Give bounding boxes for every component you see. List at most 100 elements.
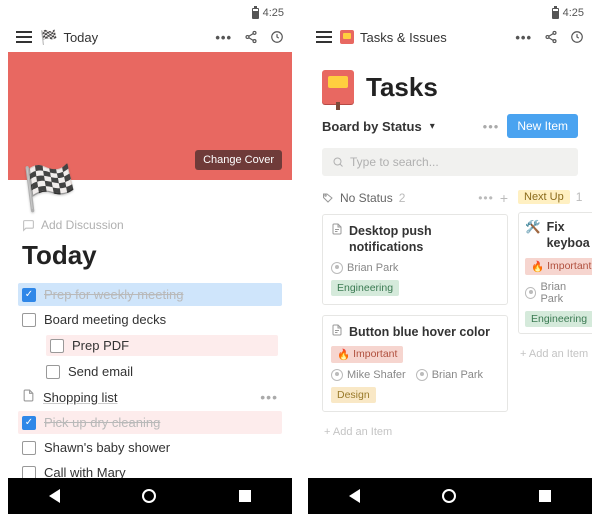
todo-item[interactable]: Prep PDF <box>46 335 278 356</box>
board-card[interactable]: 🛠️ Fix keyboa 🔥 Important Brian Park Eng… <box>518 212 592 334</box>
tag-engineering: Engineering <box>331 280 399 296</box>
view-selector: Board by Status ▾ ••• New Item <box>308 114 592 138</box>
postbox-icon <box>340 30 354 44</box>
page-title[interactable]: Tasks <box>366 72 438 103</box>
todo-item[interactable]: Pick up dry cleaning <box>18 411 282 434</box>
row-more-icon[interactable]: ••• <box>260 389 278 405</box>
postbox-icon[interactable] <box>322 70 354 104</box>
share-icon[interactable] <box>544 30 558 44</box>
checkbox-icon[interactable] <box>46 365 60 379</box>
checkbox-icon[interactable] <box>22 313 36 327</box>
home-icon[interactable] <box>442 489 456 503</box>
column-name: No Status <box>340 191 393 205</box>
card-title: Button blue hover color <box>349 324 490 340</box>
card-title: Desktop push notifications <box>349 223 499 256</box>
todo-item[interactable]: Call with Mary <box>22 463 278 478</box>
clock-icon[interactable] <box>570 30 584 44</box>
more-icon[interactable]: ••• <box>515 30 532 45</box>
todo-label: Prep PDF <box>72 338 129 353</box>
battery-icon <box>552 8 559 19</box>
todo-item[interactable]: Board meeting decks <box>22 310 278 329</box>
board-card[interactable]: Button blue hover color 🔥 Important Mike… <box>322 315 508 412</box>
board-card[interactable]: Desktop push notifications Brian Park En… <box>322 214 508 305</box>
avatar-icon <box>416 369 428 381</box>
page-link[interactable]: Shopping list ••• <box>22 387 278 407</box>
share-icon[interactable] <box>244 30 258 44</box>
checkbox-icon[interactable] <box>22 441 36 455</box>
page-icon <box>22 389 35 405</box>
todo-item[interactable]: Prep for weekly meeting <box>18 283 282 306</box>
todo-item[interactable]: Shawn's baby shower <box>22 438 278 457</box>
toolbar: Tasks & Issues ••• <box>308 22 592 52</box>
recents-icon[interactable] <box>239 490 251 502</box>
column-header[interactable]: Next Up 1 <box>518 190 592 204</box>
page-label: Shopping list <box>43 390 117 405</box>
phone-left: 4:25 🏁 Today ••• Change Cover 🏁 Add Disc… <box>8 4 292 514</box>
assignee: Mike Shafer <box>331 369 406 381</box>
board-column-next-up: Next Up 1 🛠️ Fix keyboa 🔥 Important Bria… <box>518 190 592 442</box>
checkbox-icon[interactable] <box>50 339 64 353</box>
board-columns: No Status 2 ••• + Desktop push notificat… <box>308 176 592 442</box>
breadcrumb[interactable]: Tasks & Issues <box>340 30 447 45</box>
avatar-icon <box>331 369 343 381</box>
add-item-button[interactable]: + Add an Item <box>518 344 592 364</box>
cover-image: Change Cover 🏁 <box>8 52 292 180</box>
more-icon[interactable]: ••• <box>215 30 232 45</box>
todo-label: Shawn's baby shower <box>44 440 170 455</box>
todo-item[interactable]: Send email <box>46 362 278 381</box>
status-bar: 4:25 <box>308 4 592 22</box>
status-time: 4:25 <box>263 7 284 19</box>
new-item-button[interactable]: New Item <box>507 114 578 138</box>
todo-label: Send email <box>68 364 133 379</box>
battery-icon <box>252 8 259 19</box>
view-label[interactable]: Board by Status <box>322 119 422 134</box>
checkbox-icon[interactable] <box>22 416 36 430</box>
checkbox-icon[interactable] <box>22 466 36 479</box>
search-input[interactable]: Type to search... <box>322 148 578 176</box>
toolbar-title: Today <box>63 30 98 45</box>
toolbar: 🏁 Today ••• <box>8 22 292 52</box>
add-item-button[interactable]: + Add an Item <box>322 422 508 442</box>
home-icon[interactable] <box>142 489 156 503</box>
add-discussion-label: Add Discussion <box>41 218 124 232</box>
card-title: Fix keyboa <box>547 219 590 252</box>
change-cover-button[interactable]: Change Cover <box>195 150 282 170</box>
back-icon[interactable] <box>49 489 60 503</box>
card-emoji: 🛠️ <box>525 219 541 252</box>
status-time: 4:25 <box>563 7 584 19</box>
page-emoji[interactable]: 🏁 <box>22 162 77 214</box>
assignee: Brian Park <box>331 262 398 274</box>
status-bar: 4:25 <box>8 4 292 22</box>
tag-important: 🔥 Important <box>331 346 403 363</box>
checkbox-icon[interactable] <box>22 288 36 302</box>
android-navbar <box>308 478 592 514</box>
add-discussion-button[interactable]: Add Discussion <box>22 218 278 232</box>
column-count: 2 <box>399 191 406 205</box>
todo-label: Call with Mary <box>44 465 126 478</box>
search-icon <box>332 156 344 168</box>
phone-right: 4:25 Tasks & Issues ••• Tasks Board by S… <box>308 4 592 514</box>
search-placeholder: Type to search... <box>350 155 439 169</box>
menu-icon[interactable] <box>316 31 332 43</box>
page-title[interactable]: Today <box>22 240 278 271</box>
page-header: Tasks <box>308 52 592 114</box>
column-more-icon[interactable]: ••• <box>478 191 494 205</box>
board-column-no-status: No Status 2 ••• + Desktop push notificat… <box>322 190 508 442</box>
column-count: 1 <box>576 190 583 204</box>
back-icon[interactable] <box>349 489 360 503</box>
clock-icon[interactable] <box>270 30 284 44</box>
chevron-down-icon[interactable]: ▾ <box>430 121 435 132</box>
tag-engineering: Engineering <box>525 311 592 327</box>
column-add-icon[interactable]: + <box>500 190 508 206</box>
menu-icon[interactable] <box>16 31 32 43</box>
tag-icon <box>322 192 334 204</box>
avatar-icon <box>525 287 536 299</box>
tag-important: 🔥 Important <box>525 258 592 275</box>
todo-label: Prep for weekly meeting <box>44 287 183 302</box>
android-navbar <box>8 478 292 514</box>
column-header[interactable]: No Status 2 ••• + <box>322 190 508 206</box>
column-name: Next Up <box>518 190 570 204</box>
breadcrumb[interactable]: 🏁 Today <box>40 29 98 46</box>
view-more-icon[interactable]: ••• <box>483 119 500 134</box>
recents-icon[interactable] <box>539 490 551 502</box>
